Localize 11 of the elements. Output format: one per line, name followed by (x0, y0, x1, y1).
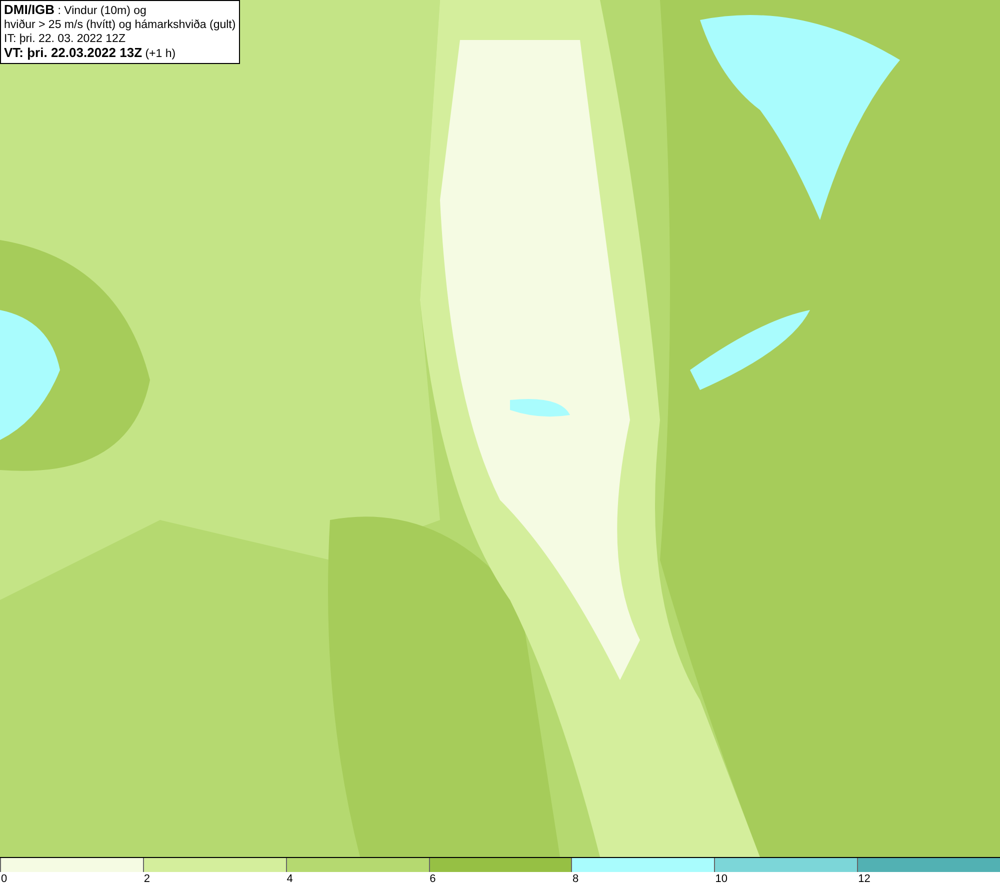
legend-tick-label: 4 (286, 872, 293, 886)
legend-tick-label: 0 (0, 872, 8, 886)
caption-line: VT: þri. 22.03.2022 13Z (+1 h) (4, 46, 177, 61)
legend-tick-label: 10 (714, 872, 728, 886)
legend-tick-label: 2 (142, 872, 150, 886)
legend-tick-label: 8 (571, 872, 579, 886)
caption-line: IT: þri. 22. 03. 2022 12Z (4, 32, 126, 46)
legend-tick-label: 12 (857, 872, 870, 886)
caption-line: DMI/IGB : Vindur (10m) og (4, 3, 148, 18)
caption-line: hviður > 25 m/s (hvítt) og hámarkshviða (gult) (4, 18, 236, 32)
legend-tick-label: 6 (428, 872, 436, 886)
